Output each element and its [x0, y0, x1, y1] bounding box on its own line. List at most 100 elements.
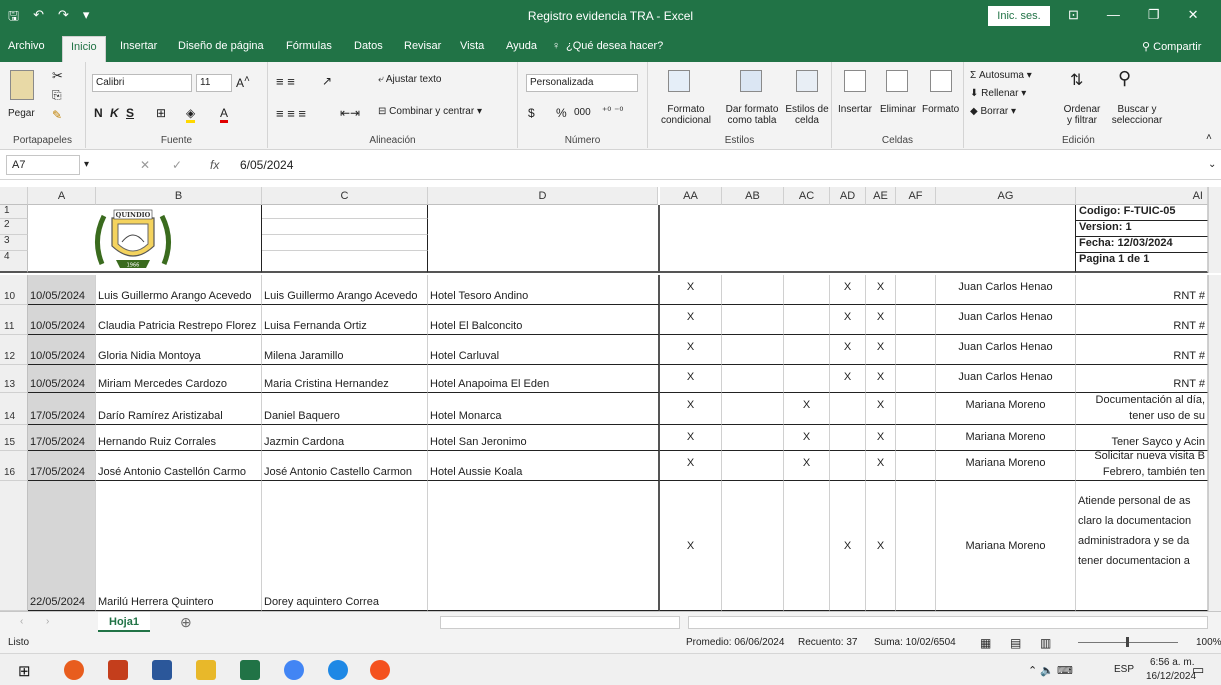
- insert-cells-icon[interactable]: [844, 70, 866, 92]
- cell-ad[interactable]: [830, 425, 866, 451]
- top-pane-scrollbar[interactable]: [1208, 187, 1221, 273]
- cell-ab[interactable]: [722, 335, 784, 365]
- tab-revisar[interactable]: Revisar: [404, 40, 441, 52]
- column-header-af[interactable]: AF: [896, 187, 936, 205]
- cell-c1[interactable]: [262, 205, 428, 219]
- currency-button[interactable]: $: [528, 106, 535, 120]
- cell-a[interactable]: 10/05/2024: [28, 335, 96, 365]
- cell-c[interactable]: Daniel Baquero: [262, 393, 428, 425]
- column-header-d[interactable]: D: [428, 187, 658, 205]
- column-header-ac[interactable]: AC: [784, 187, 830, 205]
- cond-format-button[interactable]: Formato condicional: [654, 104, 718, 126]
- format-table-icon[interactable]: [740, 70, 762, 92]
- cell-ag[interactable]: Juan Carlos Henao: [936, 335, 1076, 365]
- powerpoint-icon[interactable]: [108, 660, 128, 680]
- cell-ag[interactable]: Mariana Moreno: [936, 481, 1076, 611]
- tab-inicio[interactable]: Inicio: [62, 36, 106, 62]
- row-header[interactable]: 16: [0, 451, 28, 481]
- sort-filter-button[interactable]: Ordenar y filtrar: [1060, 104, 1104, 126]
- tab-ayuda[interactable]: Ayuda: [506, 40, 537, 52]
- firefox-icon[interactable]: [64, 660, 84, 680]
- cell-af[interactable]: [896, 305, 936, 335]
- bold-button[interactable]: N: [94, 106, 103, 120]
- column-header-ag[interactable]: AG: [936, 187, 1076, 205]
- cell-ai[interactable]: Tener Sayco y Acin: [1076, 425, 1208, 451]
- cell-af[interactable]: [896, 335, 936, 365]
- share-button[interactable]: ⚲ Compartir: [1142, 40, 1201, 53]
- cell-styles-icon[interactable]: [796, 70, 818, 92]
- font-name-select[interactable]: Calibri: [92, 74, 192, 92]
- cell-aa[interactable]: X: [660, 365, 722, 393]
- windows-start-icon[interactable]: ⊞: [18, 662, 31, 680]
- autosum-button[interactable]: Σ Autosuma ▾: [970, 70, 1032, 81]
- cell-af[interactable]: [896, 481, 936, 611]
- row-header[interactable]: 15: [0, 425, 28, 451]
- cell-d[interactable]: Hotel Monarca: [428, 393, 660, 425]
- cell-ag[interactable]: Juan Carlos Henao: [936, 365, 1076, 393]
- sheet-tab-hoja1[interactable]: Hoja1: [98, 612, 150, 632]
- cell-ac[interactable]: X: [784, 425, 830, 451]
- close-icon[interactable]: ✕: [1188, 7, 1199, 23]
- normal-view-icon[interactable]: ▦: [980, 636, 991, 650]
- cell-d1[interactable]: [428, 205, 660, 273]
- column-header-b[interactable]: B: [96, 187, 262, 205]
- cell-c[interactable]: Luisa Fernanda Ortiz: [262, 305, 428, 335]
- cell-af[interactable]: [896, 425, 936, 451]
- cell-ab[interactable]: [722, 393, 784, 425]
- find-icon[interactable]: ⚲: [1118, 68, 1131, 89]
- cell-d[interactable]: Hotel El Balconcito: [428, 305, 660, 335]
- cell-a[interactable]: 10/05/2024: [28, 305, 96, 335]
- minimize-icon[interactable]: —: [1107, 7, 1120, 23]
- cell-ai[interactable]: RNT #: [1076, 365, 1208, 393]
- name-box[interactable]: A7: [6, 155, 80, 175]
- copy-icon[interactable]: ⎘: [52, 88, 62, 103]
- column-header-ad[interactable]: AD: [830, 187, 866, 205]
- zoom-level[interactable]: 100%: [1196, 637, 1221, 648]
- expand-formula-icon[interactable]: ⌄: [1208, 159, 1216, 170]
- cell-c[interactable]: Milena Jaramillo: [262, 335, 428, 365]
- cell-aa[interactable]: X: [660, 275, 722, 305]
- cell-d[interactable]: Hotel Anapoima El Eden: [428, 365, 660, 393]
- merge-center-button[interactable]: ⊟ Combinar y centrar ▾: [378, 106, 482, 117]
- borders-icon[interactable]: ⊞: [156, 106, 166, 120]
- cell-ae[interactable]: X: [866, 275, 896, 305]
- insert-function-icon[interactable]: fx: [210, 158, 219, 172]
- cell-b[interactable]: Claudia Patricia Restrepo Florez: [96, 305, 262, 335]
- row-header[interactable]: 12: [0, 335, 28, 365]
- header-merged-cell[interactable]: [660, 205, 1076, 273]
- font-size-select[interactable]: 11: [196, 74, 232, 92]
- cell-af[interactable]: [896, 393, 936, 425]
- wrap-text-button[interactable]: ⤶ Ajustar texto: [378, 74, 441, 85]
- fill-button[interactable]: ⬇ Rellenar ▾: [970, 88, 1026, 99]
- paste-label[interactable]: Pegar: [8, 108, 35, 119]
- cell-ad[interactable]: X: [830, 305, 866, 335]
- zoom-slider-thumb[interactable]: [1126, 637, 1129, 647]
- notifications-icon[interactable]: ▭: [1192, 662, 1204, 678]
- restore-icon[interactable]: ❐: [1148, 7, 1160, 23]
- vertical-scrollbar[interactable]: [1208, 275, 1221, 611]
- sign-in-button[interactable]: Inic. ses.: [988, 6, 1050, 26]
- cell-b[interactable]: Hernando Ruiz Corrales: [96, 425, 262, 451]
- cell-c[interactable]: Maria Cristina Hernandez: [262, 365, 428, 393]
- format-button[interactable]: Formato: [922, 104, 959, 115]
- cell-ac[interactable]: [784, 365, 830, 393]
- cell-ac[interactable]: [784, 481, 830, 611]
- collapse-ribbon-icon[interactable]: ˄: [1206, 132, 1212, 143]
- row-header-3[interactable]: 3: [0, 235, 28, 251]
- cell-ac[interactable]: X: [784, 451, 830, 481]
- cell-ad[interactable]: X: [830, 335, 866, 365]
- row-header-4[interactable]: 4: [0, 251, 28, 273]
- cell-ad[interactable]: [830, 393, 866, 425]
- cell-af[interactable]: [896, 451, 936, 481]
- cell-d[interactable]: Hotel San Jeronimo: [428, 425, 660, 451]
- tab-archivo[interactable]: Archivo: [8, 40, 45, 52]
- cell-b[interactable]: Miriam Mercedes Cardozo: [96, 365, 262, 393]
- cell-d[interactable]: Hotel Aussie Koala: [428, 451, 660, 481]
- cell-c[interactable]: Jazmin Cardona: [262, 425, 428, 451]
- cell-c4[interactable]: [262, 251, 428, 273]
- cell-aa[interactable]: X: [660, 425, 722, 451]
- cell-ad[interactable]: X: [830, 275, 866, 305]
- cell-a[interactable]: 17/05/2024: [28, 451, 96, 481]
- cell-d[interactable]: [428, 481, 660, 611]
- insert-button[interactable]: Insertar: [838, 104, 872, 115]
